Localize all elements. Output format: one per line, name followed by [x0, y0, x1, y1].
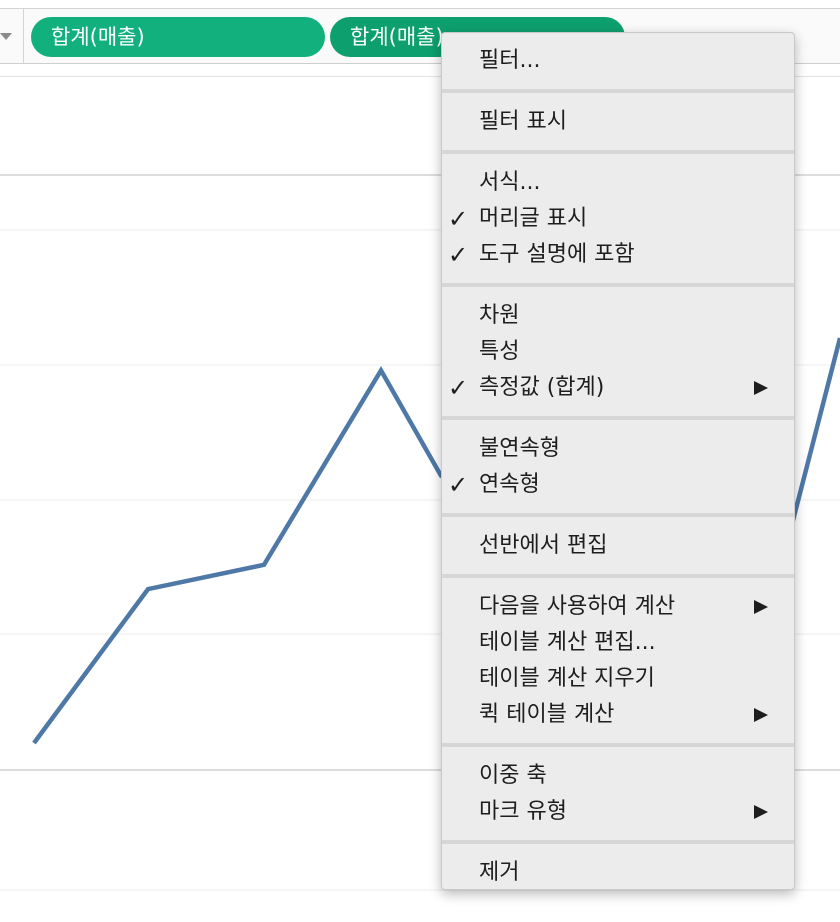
checkmark-icon: ✓: [448, 471, 469, 499]
menu-item[interactable]: ✓ 도구 설명에 포함: [442, 237, 794, 273]
shelf-dropdown-button[interactable]: [0, 9, 24, 64]
checkmark-icon: ✓: [448, 374, 469, 402]
menu-separator: [442, 513, 794, 517]
menu-item-label: 퀵 테이블 계산: [479, 702, 615, 727]
menu-item[interactable]: 선반에서 편집: [442, 528, 794, 564]
submenu-arrow-icon: [754, 600, 768, 614]
menu-item[interactable]: 다음을 사용하여 계산: [442, 589, 794, 625]
menu-item[interactable]: 테이블 계산 편집...: [442, 625, 794, 661]
menu-item-label: 차원: [479, 303, 520, 328]
checkmark-icon: ✓: [448, 205, 469, 233]
menu-item-label: 불연속형: [479, 436, 560, 461]
menu-separator: [442, 89, 794, 93]
menu-item[interactable]: 필터 표시: [442, 104, 794, 140]
menu-item[interactable]: 특성: [442, 334, 794, 370]
menu-item-label: 선반에서 편집: [479, 533, 608, 558]
menu-item[interactable]: 불연속형: [442, 431, 794, 467]
menu-item-label: 측정값 (합계): [479, 375, 605, 400]
menu-item-label: 도구 설명에 포함: [479, 242, 635, 267]
pill-context-menu: 필터... 필터 표시서식... ✓ 머리글 표시 ✓ 도구 설명에 포함차원특성 ✓ 측정값…: [441, 32, 795, 890]
menu-item[interactable]: 마크 유형: [442, 794, 794, 830]
menu-item[interactable]: ✓ 측정값 (합계): [442, 370, 794, 406]
measure-pill-1[interactable]: 합계(매출): [31, 17, 325, 57]
submenu-arrow-icon: [754, 381, 768, 395]
menu-item-label: 특성: [479, 339, 520, 364]
menu-separator: [442, 416, 794, 420]
checkmark-icon: ✓: [448, 241, 469, 269]
menu-item-label: 마크 유형: [479, 799, 567, 824]
menu-item-label: 필터...: [479, 48, 541, 73]
menu-item[interactable]: 테이블 계산 지우기: [442, 661, 794, 697]
menu-item[interactable]: 서식...: [442, 165, 794, 201]
menu-item-label: 제거: [479, 860, 520, 885]
menu-item[interactable]: 이중 축: [442, 758, 794, 794]
submenu-arrow-icon: [754, 708, 768, 722]
menu-item-label: 다음을 사용하여 계산: [479, 594, 676, 619]
measure-pill-label: 합계(매출): [51, 25, 145, 49]
menu-item-label: 테이블 계산 지우기: [479, 666, 655, 691]
menu-item[interactable]: 필터...: [442, 43, 794, 79]
menu-item[interactable]: ✓ 머리글 표시: [442, 201, 794, 237]
menu-separator: [442, 283, 794, 287]
menu-item-label: 연속형: [479, 472, 540, 497]
menu-separator: [442, 574, 794, 578]
menu-item-label: 머리글 표시: [479, 206, 588, 231]
chevron-down-icon: [0, 33, 12, 40]
measure-pill-label: 합계(매출): [350, 25, 444, 49]
menu-item-label: 서식...: [479, 170, 541, 195]
menu-separator: [442, 150, 794, 154]
menu-item[interactable]: ✓ 연속형: [442, 467, 794, 503]
menu-separator: [442, 840, 794, 844]
menu-item-label: 테이블 계산 편집...: [479, 630, 656, 655]
menu-separator: [442, 743, 794, 747]
menu-item[interactable]: 제거: [442, 855, 794, 891]
menu-item-label: 필터 표시: [479, 109, 567, 134]
menu-item-label: 이중 축: [479, 763, 547, 788]
menu-item[interactable]: 퀵 테이블 계산: [442, 697, 794, 733]
menu-item[interactable]: 차원: [442, 298, 794, 334]
submenu-arrow-icon: [754, 805, 768, 819]
